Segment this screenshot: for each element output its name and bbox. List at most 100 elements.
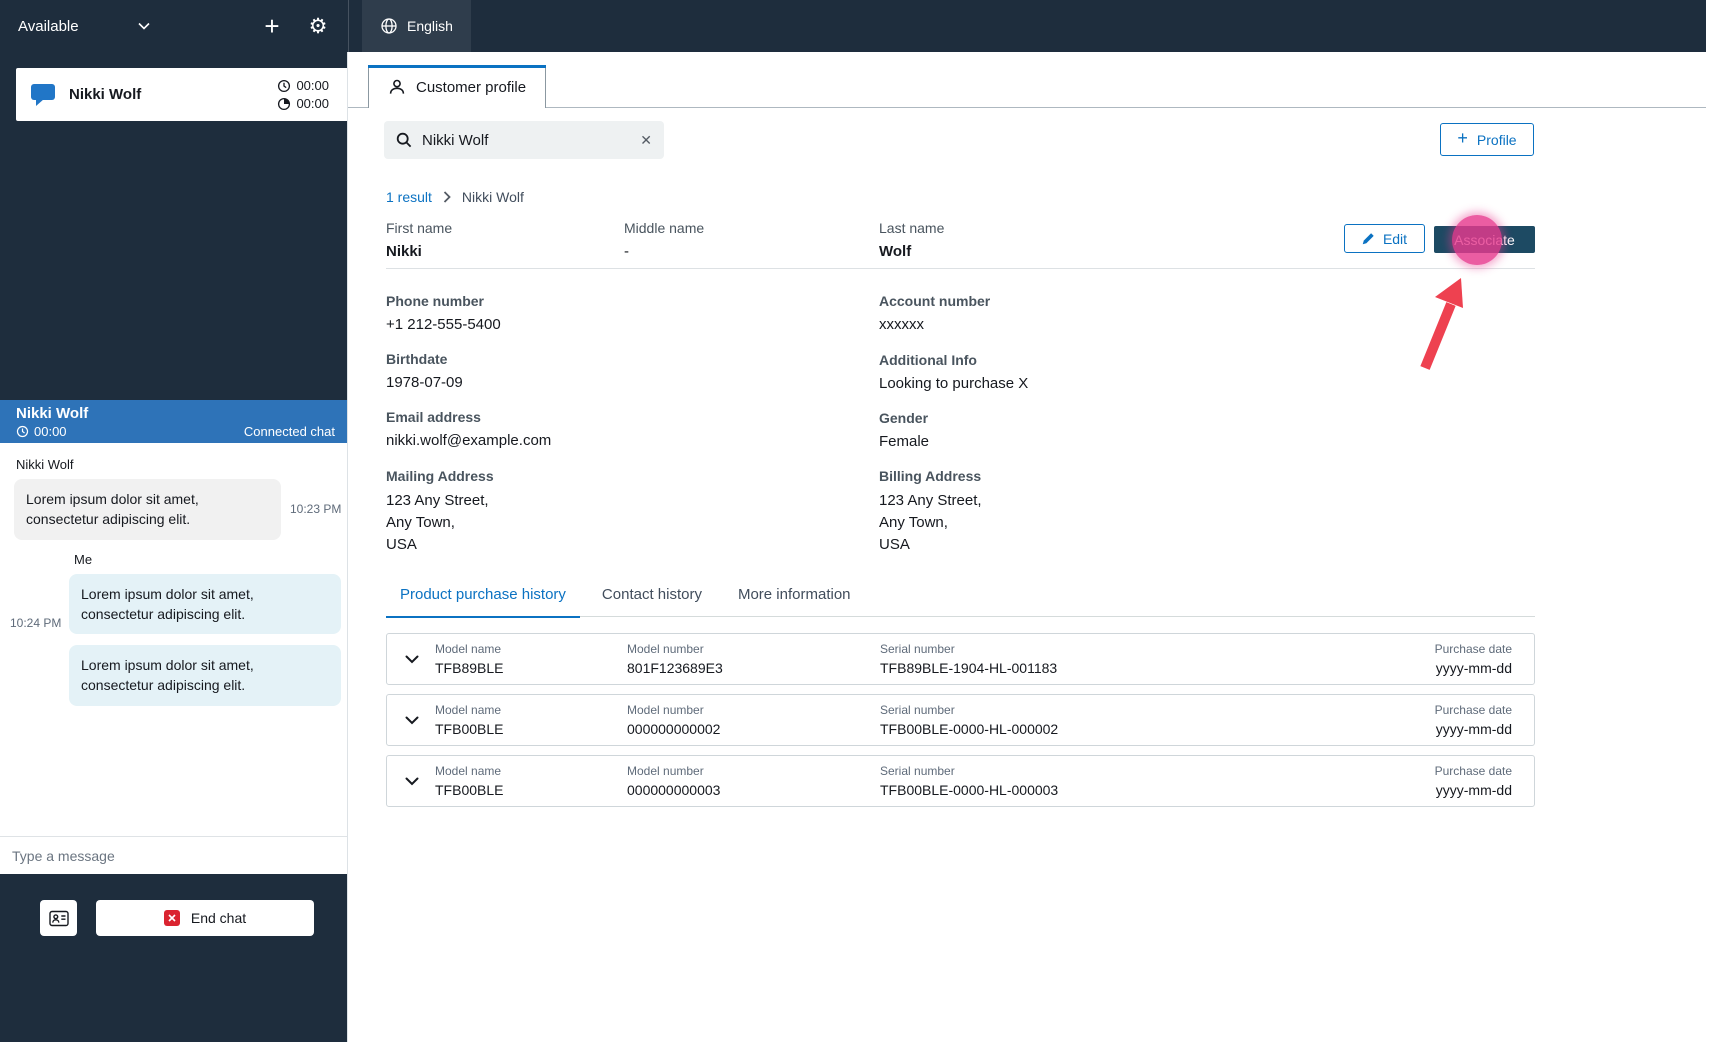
field-label: First name	[386, 220, 453, 236]
associate-button[interactable]: Associate	[1434, 226, 1535, 253]
chat-timer: 00:00	[34, 424, 67, 439]
field-value: Nikki	[386, 243, 422, 260]
message-timestamp: 10:23 PM	[290, 502, 342, 517]
settings-button[interactable]: ⚙	[298, 0, 338, 52]
cell-label: Serial number	[880, 764, 955, 778]
field-value: 1978-07-09	[386, 374, 463, 391]
globe-icon	[381, 18, 397, 34]
contact-timers: 00:00 00:00	[277, 78, 347, 111]
field-value: Looking to purchase X	[879, 375, 1029, 392]
chat-message-row: 10:24 PM Lorem ipsum dolor sit amet, con…	[10, 573, 347, 635]
end-chat-button[interactable]: End chat	[96, 900, 314, 936]
create-profile-button[interactable]: + Profile	[1440, 123, 1534, 156]
model-name-cell: Model name TFB89BLE	[435, 642, 503, 676]
expand-chevron-icon[interactable]	[405, 655, 419, 664]
tab-label: Customer profile	[416, 78, 527, 96]
clear-search-button[interactable]: ✕	[640, 133, 652, 147]
field-gender: Gender Female	[879, 410, 929, 450]
cell-label: Model name	[435, 764, 502, 778]
tab-strip-divider	[348, 107, 1706, 108]
cell-value: yyyy-mm-dd	[1435, 782, 1512, 798]
field-label: Phone number	[386, 293, 485, 309]
profile-search-input[interactable]	[422, 131, 631, 149]
gear-icon: ⚙	[308, 14, 328, 38]
purchase-row[interactable]: Model name TFB00BLE Model number 0000000…	[386, 694, 1535, 746]
purchase-date-cell: Purchase date yyyy-mm-dd	[1435, 764, 1512, 798]
tab-product-purchase-history[interactable]: Product purchase history	[386, 586, 580, 618]
agent-message-bubble: Lorem ipsum dolor sit amet, consectetur …	[69, 573, 341, 635]
field-label: Birthdate	[386, 351, 448, 367]
field-mailing-address: Mailing Address 123 Any Street, Any Town…	[386, 468, 494, 556]
message-author-me: Me	[74, 551, 93, 567]
associate-label: Associate	[1454, 231, 1515, 248]
agent-status-dropdown[interactable]: Available	[18, 0, 150, 52]
expand-chevron-icon[interactable]	[405, 777, 419, 786]
cell-value: TFB89BLE	[435, 660, 504, 676]
chat-panel: Nikki Wolf 00:00 Connected chat Nikki Wo…	[0, 400, 347, 1042]
field-billing-address: Billing Address 123 Any Street, Any Town…	[879, 468, 982, 556]
field-value: 123 Any Street, Any Town, USA	[879, 492, 982, 553]
field-label: Middle name	[624, 220, 705, 236]
field-value: 123 Any Street, Any Town, USA	[386, 492, 489, 553]
tab-customer-profile[interactable]: Customer profile	[368, 65, 547, 108]
purchase-date-cell: Purchase date yyyy-mm-dd	[1435, 703, 1512, 737]
annotation-arrow	[1420, 278, 1463, 370]
results-link[interactable]: 1 result	[386, 189, 432, 205]
contact-timer-segment: 00:00	[296, 96, 329, 111]
clock-icon	[16, 425, 29, 438]
message-composer	[0, 836, 347, 874]
cell-label: Model name	[435, 703, 502, 717]
cell-label: Model number	[627, 703, 704, 717]
edit-label: Edit	[1382, 230, 1408, 247]
chat-footer: End chat	[0, 874, 347, 1042]
field-email-address: Email address nikki.wolf@example.com	[386, 409, 551, 449]
plus-icon: +	[1457, 128, 1468, 148]
field-middle-name: Middle name -	[624, 220, 704, 260]
app-window: Available + ⚙ English Nikki Wolf 00:00 0…	[0, 0, 1720, 1042]
contact-timer-total: 00:00	[296, 78, 329, 93]
tab-more-information[interactable]: More information	[724, 586, 865, 618]
topbar-divider	[348, 0, 349, 52]
field-label: Gender	[879, 410, 929, 426]
profile-search: ✕	[384, 121, 664, 159]
cell-value: yyyy-mm-dd	[1435, 660, 1512, 676]
serial-number-cell: Serial number TFB89BLE-1904-HL-001183	[880, 642, 1057, 676]
active-contact-card[interactable]: Nikki Wolf 00:00 00:00	[16, 68, 347, 121]
chevron-down-icon	[138, 22, 150, 30]
chevron-right-icon	[443, 191, 451, 203]
field-label: Mailing Address	[386, 468, 494, 484]
agent-status-label: Available	[18, 17, 79, 35]
close-icon: ✕	[640, 132, 652, 148]
create-profile-label: Profile	[1476, 131, 1517, 148]
cell-value: 000000000002	[627, 721, 721, 737]
purchase-row[interactable]: Model name TFB89BLE Model number 801F123…	[386, 633, 1535, 685]
cell-value: TFB00BLE	[435, 782, 504, 798]
edit-button[interactable]: Edit	[1344, 224, 1425, 253]
language-selector[interactable]: English	[362, 0, 471, 52]
field-label: Last name	[879, 220, 945, 236]
duration-timer-icon	[278, 97, 291, 110]
ccp-sidebar: Nikki Wolf 00:00 00:00 Nikki Wolf 00:00 …	[0, 52, 348, 1042]
serial-number-cell: Serial number TFB00BLE-0000-HL-000002	[880, 703, 1058, 737]
new-task-button[interactable]: +	[252, 0, 292, 52]
field-additional-info: Additional Info Looking to purchase X	[879, 352, 1028, 392]
tab-contact-history[interactable]: Contact history	[588, 586, 716, 618]
cell-value: TFB00BLE-0000-HL-000002	[880, 721, 1059, 737]
quick-connects-button[interactable]	[40, 900, 77, 936]
chat-header-name: Nikki Wolf	[16, 405, 89, 422]
expand-chevron-icon[interactable]	[405, 716, 419, 725]
message-author: Nikki Wolf	[16, 457, 74, 472]
purchase-row[interactable]: Model name TFB00BLE Model number 0000000…	[386, 755, 1535, 807]
field-value: nikki.wolf@example.com	[386, 432, 552, 449]
language-label: English	[407, 18, 453, 34]
message-input[interactable]	[12, 847, 335, 864]
cell-label: Serial number	[880, 642, 955, 656]
chat-message-row: Lorem ipsum dolor sit amet, consectetur …	[14, 479, 347, 540]
chat-header: Nikki Wolf 00:00 Connected chat	[0, 400, 347, 443]
cell-value: TFB00BLE-0000-HL-000003	[880, 782, 1059, 798]
chat-bubble-icon	[30, 83, 56, 107]
field-account-number: Account number xxxxxx	[879, 293, 990, 333]
pencil-icon	[1362, 233, 1374, 245]
model-number-cell: Model number 801F123689E3	[627, 642, 723, 676]
model-number-cell: Model number 000000000003	[627, 764, 720, 798]
